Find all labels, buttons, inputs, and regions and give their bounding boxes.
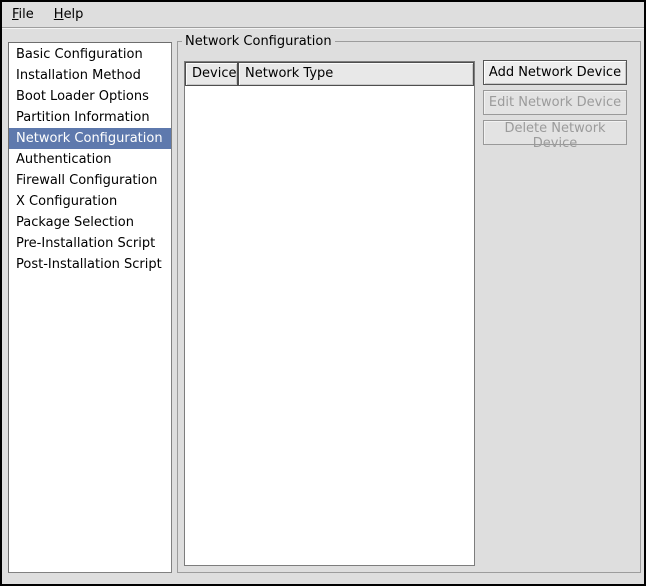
device-actions: Add Network Device Edit Network Device D… [483, 60, 627, 150]
network-device-table: Device Network Type [184, 61, 475, 566]
sidebar-item-basic-configuration[interactable]: Basic Configuration [9, 44, 171, 65]
section-list: Basic Configuration Installation Method … [8, 42, 172, 573]
add-network-device-button[interactable]: Add Network Device [483, 60, 627, 85]
sidebar-item-x-configuration[interactable]: X Configuration [9, 191, 171, 212]
sidebar-item-boot-loader-options[interactable]: Boot Loader Options [9, 86, 171, 107]
table-body-empty[interactable] [185, 86, 474, 565]
sidebar-item-network-configuration[interactable]: Network Configuration [9, 128, 171, 149]
sidebar-item-post-installation-script[interactable]: Post-Installation Script [9, 254, 171, 275]
sidebar-item-firewall-configuration[interactable]: Firewall Configuration [9, 170, 171, 191]
sidebar-item-installation-method[interactable]: Installation Method [9, 65, 171, 86]
sidebar-item-partition-information[interactable]: Partition Information [9, 107, 171, 128]
column-header-device[interactable]: Device [185, 62, 238, 86]
sidebar-item-pre-installation-script[interactable]: Pre-Installation Script [9, 233, 171, 254]
menu-file[interactable]: File [4, 3, 42, 26]
network-configuration-frame: Network Configuration Device Network Typ… [177, 41, 641, 573]
menu-bar: File Help [2, 2, 644, 28]
frame-title: Network Configuration [182, 33, 335, 50]
menu-help[interactable]: Help [46, 3, 92, 26]
sidebar-item-package-selection[interactable]: Package Selection [9, 212, 171, 233]
kickstart-configurator-window: File Help Basic Configuration Installati… [0, 0, 646, 586]
table-header-row: Device Network Type [185, 62, 474, 86]
sidebar-item-authentication[interactable]: Authentication [9, 149, 171, 170]
edit-network-device-button[interactable]: Edit Network Device [483, 90, 627, 115]
delete-network-device-button[interactable]: Delete Network Device [483, 120, 627, 145]
column-header-network-type[interactable]: Network Type [238, 62, 474, 86]
